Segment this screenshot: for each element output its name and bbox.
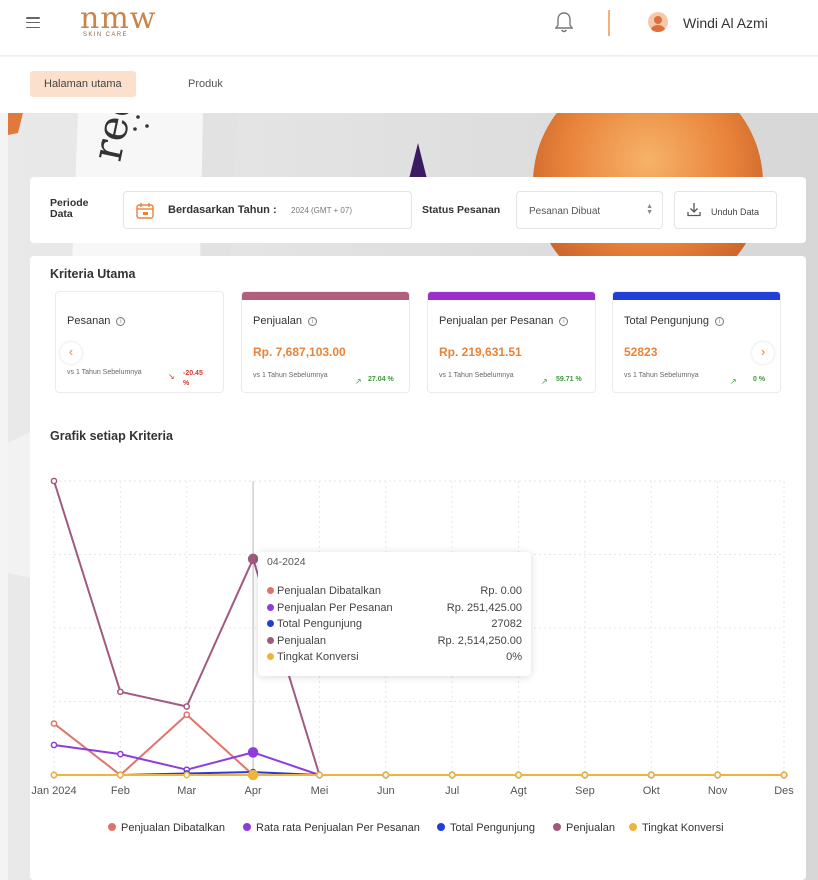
legend-label: Total Pengunjung — [450, 822, 536, 834]
data-point — [247, 553, 259, 565]
legend-dot — [243, 823, 251, 831]
data-point — [247, 769, 259, 781]
logo-mark: nmw — [80, 1, 157, 36]
tooltip-label: Penjualan Per Pesanan — [277, 602, 393, 614]
header-divider — [608, 10, 610, 36]
legend-item[interactable]: Total Pengunjung — [437, 822, 535, 834]
data-point — [117, 750, 124, 758]
data-point — [50, 771, 58, 779]
x-tick-label: Des — [774, 785, 794, 797]
x-tick-label: Jun — [377, 785, 395, 797]
tooltip-title: 04-2024 — [267, 556, 306, 568]
x-tick-label: Jul — [445, 785, 459, 797]
filter-card: Periode Data Berdasarkan Tahun : 2024 (G… — [30, 177, 806, 243]
tooltip-label: Penjualan Dibatalkan — [277, 585, 381, 597]
chart-tooltip: 04-2024 Penjualan Dibatalkan Rp. 0.00 Pen… — [258, 552, 531, 676]
legend-label: Penjualan Dibatalkan — [121, 822, 225, 834]
x-tick-label: Sep — [575, 785, 595, 797]
x-tick-label: Nov — [708, 785, 728, 797]
data-point — [647, 771, 655, 779]
legend-dot — [108, 823, 116, 831]
legend-dot — [629, 823, 637, 831]
tooltip-value: 0% — [506, 651, 522, 663]
data-point — [448, 771, 456, 779]
x-tick-label: Mar — [177, 785, 196, 797]
x-tick-label: Feb — [111, 785, 130, 797]
legend-item[interactable]: Tingkat Konversi — [629, 822, 724, 834]
data-point — [714, 771, 721, 779]
logo[interactable]: nmw SKIN CARE — [80, 4, 160, 46]
tooltip-label: Tingkat Konversi — [277, 651, 359, 663]
tooltip-row: Tingkat Konversi 0% — [267, 651, 522, 667]
tab-produk[interactable]: Produk — [174, 71, 237, 97]
top-bar: nmw SKIN CARE Windi Al Azmi — [0, 0, 818, 56]
avatar[interactable] — [648, 12, 668, 32]
data-point — [50, 477, 58, 485]
data-point — [382, 771, 390, 779]
legend-label: Penjualan — [566, 822, 615, 834]
tooltip-row: Penjualan Rp. 2,514,250.00 — [267, 635, 522, 651]
data-point — [247, 747, 259, 758]
tooltip-row: Penjualan Per Pesanan Rp. 251,425.00 — [267, 602, 522, 618]
data-point — [117, 688, 124, 696]
data-point — [50, 741, 58, 749]
download-button[interactable]: Unduh Data — [674, 191, 777, 229]
legend-item[interactable]: Rata rata Penjualan Per Pesanan — [243, 822, 420, 834]
data-point — [117, 771, 124, 779]
status-value: Pesanan Dibuat — [529, 206, 601, 217]
tooltip-row: Total Pengunjung 27082 — [267, 618, 522, 634]
download-label: Unduh Data — [711, 207, 760, 217]
legend-item[interactable]: Penjualan Dibatalkan — [108, 822, 225, 834]
data-point — [581, 771, 589, 779]
legend-label: Rata rata Penjualan Per Pesanan — [256, 822, 420, 834]
legend-dot — [437, 823, 445, 831]
legend-item[interactable]: Penjualan — [553, 822, 615, 834]
x-tick-label: Jan 2024 — [31, 785, 76, 797]
series-line — [53, 713, 784, 776]
status-label: Status Pesanan — [422, 204, 501, 216]
tab-bar: Halaman utama Produk — [0, 57, 818, 113]
status-select[interactable]: Pesanan Dibuat ▲ ▼ — [516, 191, 663, 229]
period-title: Berdasarkan Tahun : — [168, 204, 277, 216]
tooltip-label: Penjualan — [277, 635, 326, 647]
tooltip-value: Rp. 2,514,250.00 — [437, 635, 522, 647]
calendar-icon — [136, 203, 154, 219]
data-point — [316, 771, 323, 779]
data-point — [780, 771, 788, 779]
period-picker[interactable]: Berdasarkan Tahun : 2024 (GMT + 07) — [123, 191, 412, 229]
tooltip-label: Total Pengunjung — [277, 618, 363, 630]
data-point — [183, 703, 191, 710]
legend-dot — [553, 823, 561, 831]
tooltip-value: Rp. 251,425.00 — [446, 602, 522, 614]
tab-halaman-utama[interactable]: Halaman utama — [30, 71, 136, 97]
data-point — [183, 771, 191, 779]
user-name[interactable]: Windi Al Azmi — [683, 15, 768, 31]
x-tick-label: Mei — [311, 785, 329, 797]
legend-label: Tingkat Konversi — [642, 822, 724, 834]
tooltip-value: Rp. 0.00 — [480, 585, 522, 597]
download-icon — [687, 203, 701, 217]
data-point — [50, 720, 58, 727]
x-tick-label: Agt — [510, 785, 527, 797]
bell-icon[interactable] — [553, 10, 575, 34]
x-tick-label: Apr — [245, 785, 262, 797]
series-line — [53, 744, 784, 776]
select-arrows-icon: ▲ ▼ — [646, 203, 653, 216]
menu-icon[interactable] — [26, 17, 40, 29]
tooltip-row: Penjualan Dibatalkan Rp. 0.00 — [267, 585, 522, 601]
data-point — [515, 771, 522, 779]
tooltip-value: 27082 — [491, 618, 522, 630]
period-label: Periode Data — [50, 197, 89, 220]
period-value: 2024 (GMT + 07) — [291, 206, 352, 215]
data-point — [183, 711, 191, 719]
x-tick-label: Okt — [643, 785, 660, 797]
line-chart[interactable]: Jan 2024 Feb Mar Apr Mei Jun Jul Agt Sep Okt Nov De… — [30, 256, 806, 816]
main-card: Kriteria Utama Pesanan i vs 1 Tahun Sebel… — [30, 256, 806, 880]
